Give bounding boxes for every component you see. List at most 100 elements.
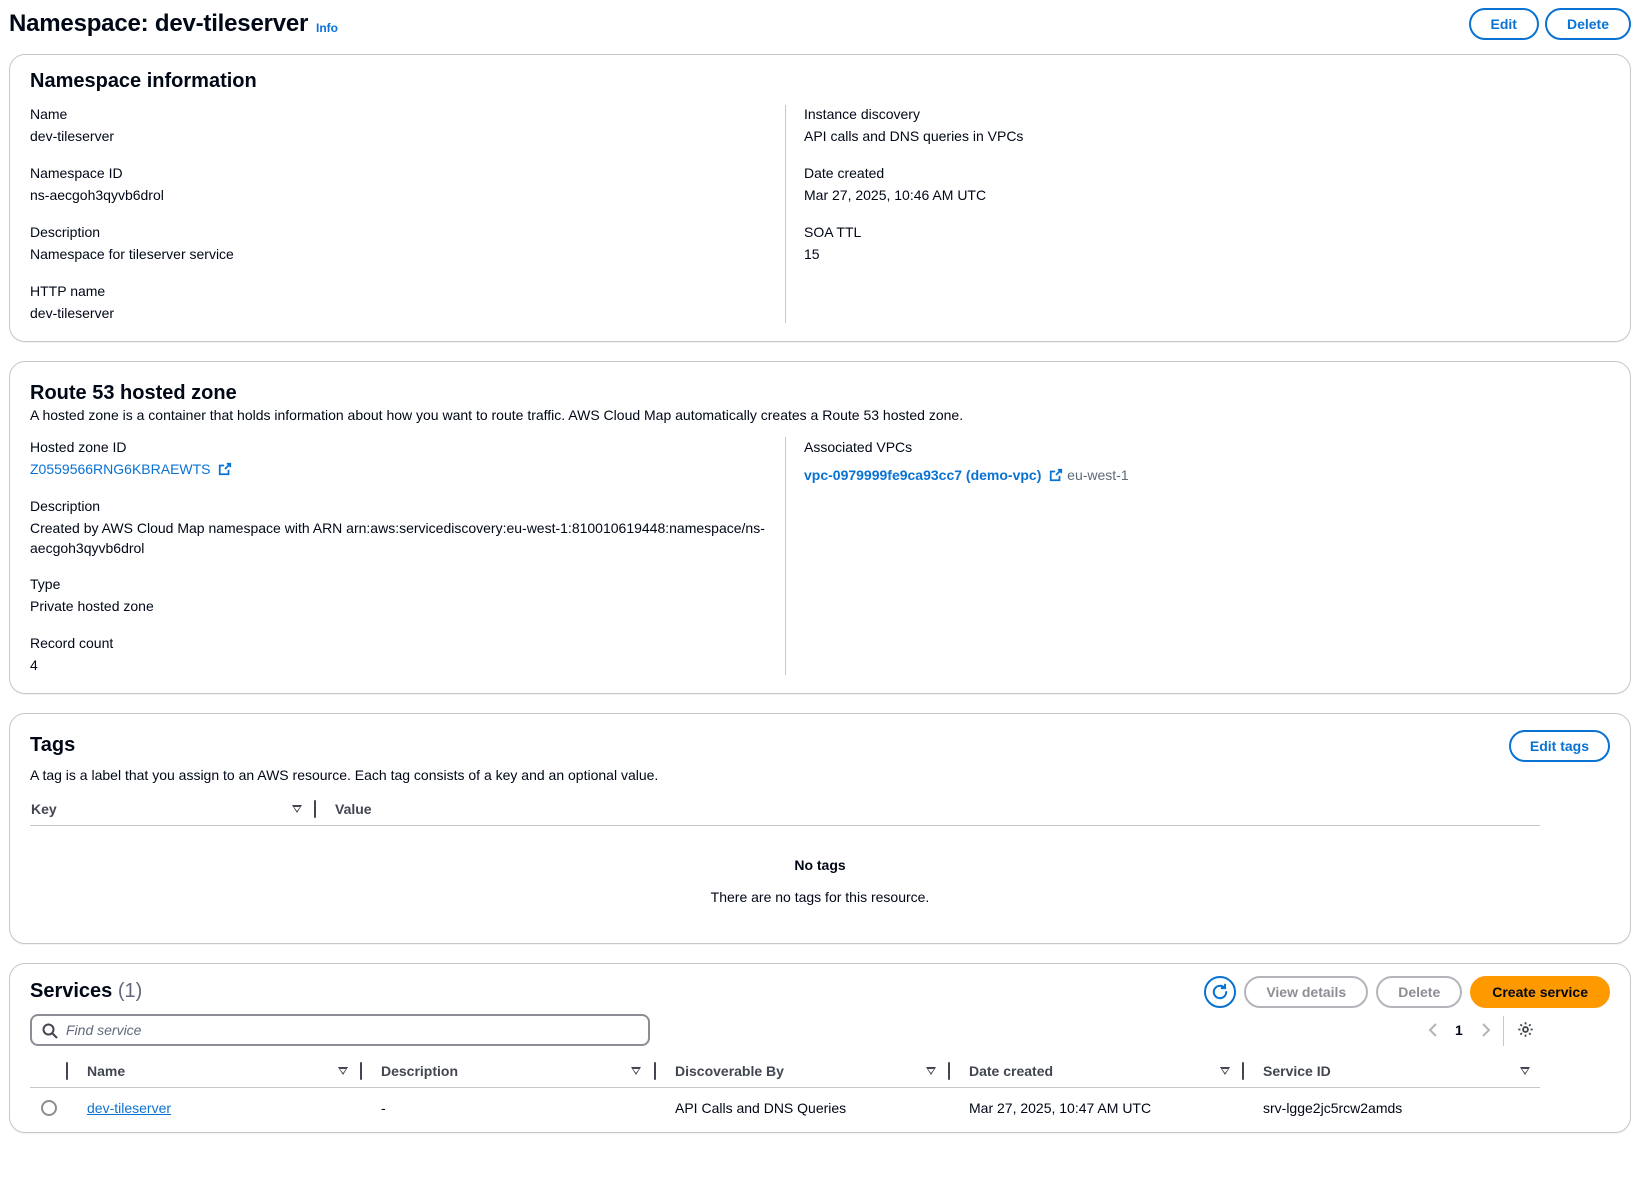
column-header-discoverable-by[interactable]: Discoverable By [675, 1063, 784, 1079]
column-resizer[interactable] [360, 1062, 362, 1080]
field-record-count: Record count 4 [30, 633, 113, 675]
gear-icon[interactable] [1517, 1021, 1534, 1038]
previous-page-icon[interactable] [1428, 1022, 1438, 1038]
field-value: API calls and DNS queries in VPCs [804, 128, 1024, 144]
row-select-radio[interactable] [41, 1100, 57, 1116]
column-header-name[interactable]: Name [87, 1063, 125, 1079]
column-header-value[interactable]: Value [335, 801, 372, 817]
field-name: Name dev-tileserver [30, 104, 114, 146]
namespace-information-panel: Namespace information Name dev-tileserve… [9, 54, 1631, 342]
field-label: Description [30, 224, 101, 240]
field-label: HTTP name [30, 283, 106, 299]
field-value: Private hosted zone [30, 598, 154, 614]
sort-icon[interactable] [292, 805, 302, 813]
tags-title: Tags [30, 734, 76, 756]
hosted-zone-id-link[interactable]: Z0559566RNG6KBRAEWTS [30, 459, 232, 479]
hosted-zone-panel: Route 53 hosted zone A hosted zone is a … [9, 361, 1631, 694]
header-actions: Edit Delete [1468, 8, 1631, 40]
hosted-zone-id-text[interactable]: Z0559566RNG6KBRAEWTS [30, 461, 211, 477]
edit-button[interactable]: Edit [1468, 8, 1539, 40]
external-link-icon [1050, 468, 1063, 482]
empty-state-text: There are no tags for this resource. [710, 889, 930, 905]
column-header-key[interactable]: Key [31, 801, 57, 817]
table-header-divider [30, 1087, 1540, 1088]
field-hosted-zone-description: Description Created by AWS Cloud Map nam… [30, 496, 765, 558]
create-service-button[interactable]: Create service [1470, 976, 1610, 1008]
delete-service-button[interactable]: Delete [1376, 976, 1463, 1008]
services-actions: View details Delete Create service [1204, 976, 1610, 1008]
sort-icon[interactable] [926, 1067, 936, 1075]
field-hosted-zone-id: Hosted zone ID Z0559566RNG6KBRAEWTS [30, 437, 232, 479]
sort-icon[interactable] [1520, 1067, 1530, 1075]
service-id: srv-lgge2jc5rcw2amds [1263, 1100, 1403, 1116]
services-count: (1) [117, 980, 143, 1002]
field-label: Namespace ID [30, 165, 123, 181]
column-resizer[interactable] [314, 800, 316, 818]
field-value: ns-aecgoh3qyvb6drol [30, 187, 164, 203]
field-soa-ttl: SOA TTL 15 [804, 222, 861, 264]
field-label: Associated VPCs [804, 439, 913, 455]
services-title: Services (1) [30, 980, 142, 1003]
column-header-date-created[interactable]: Date created [969, 1063, 1053, 1079]
service-date-created: Mar 27, 2025, 10:47 AM UTC [969, 1100, 1152, 1116]
vpc-link[interactable]: vpc-0979999fe9ca93cc7 (demo-vpc) [804, 467, 1041, 483]
field-value: Created by AWS Cloud Map namespace with … [30, 520, 765, 536]
field-type: Type Private hosted zone [30, 574, 154, 616]
delete-button[interactable]: Delete [1544, 8, 1631, 40]
field-label: Description [30, 498, 101, 514]
column-resizer[interactable] [66, 1062, 68, 1080]
column-header-service-id[interactable]: Service ID [1263, 1063, 1331, 1079]
hosted-zone-description: A hosted zone is a container that holds … [30, 407, 964, 423]
sort-icon[interactable] [1220, 1067, 1230, 1075]
column-resizer[interactable] [654, 1062, 656, 1080]
field-value: Namespace for tileserver service [30, 246, 234, 262]
search-box [30, 1014, 650, 1046]
page-header: Namespace: dev-tileserver Info Edit Dele… [9, 8, 1631, 48]
service-description: - [381, 1100, 386, 1116]
field-value: 15 [804, 246, 820, 262]
view-details-button[interactable]: View details [1244, 976, 1369, 1008]
external-link-icon [219, 462, 232, 476]
vpc-region: eu-west-1 [1067, 467, 1129, 483]
column-divider [785, 437, 786, 675]
refresh-button[interactable] [1204, 976, 1237, 1008]
field-instance-discovery: Instance discovery API calls and DNS que… [804, 104, 1023, 146]
empty-state-title: No tags [794, 857, 846, 873]
vpc-entry: vpc-0979999fe9ca93cc7 (demo-vpc) eu-west… [804, 465, 1129, 485]
field-value: dev-tileserver [30, 128, 115, 144]
tags-panel: Tags Edit tags A tag is a label that you… [9, 713, 1631, 944]
column-resizer[interactable] [948, 1062, 950, 1080]
field-label: Date created [804, 165, 885, 181]
search-input[interactable] [66, 1020, 636, 1040]
column-divider [785, 105, 786, 323]
field-associated-vpcs: Associated VPCs vpc-0979999fe9ca93cc7 (d… [804, 437, 1129, 485]
column-header-description[interactable]: Description [381, 1063, 458, 1079]
field-namespace-id: Namespace ID ns-aecgoh3qyvb6drol [30, 163, 164, 205]
services-panel: Services (1) View details Delete Create … [9, 963, 1631, 1133]
sort-icon[interactable] [338, 1067, 348, 1075]
tags-description: A tag is a label that you assign to an A… [30, 767, 659, 783]
field-value-cont: aecgoh3qyvb6drol [30, 540, 145, 556]
service-name-link[interactable]: dev-tileserver [87, 1100, 171, 1116]
field-label: Name [30, 106, 68, 122]
pagination-divider [1503, 1016, 1504, 1046]
refresh-icon [1213, 983, 1228, 1000]
column-resizer[interactable] [1242, 1062, 1244, 1080]
current-page[interactable]: 1 [1455, 1022, 1463, 1038]
namespace-information-title: Namespace information [30, 70, 257, 92]
field-http-name: HTTP name dev-tileserver [30, 281, 114, 323]
services-title-text: Services [30, 980, 113, 1002]
page-title: Namespace: dev-tileserver [9, 10, 309, 37]
next-page-icon[interactable] [1481, 1022, 1491, 1038]
info-link[interactable]: Info [316, 21, 338, 35]
search-icon [42, 1023, 58, 1039]
field-date-created: Date created Mar 27, 2025, 10:46 AM UTC [804, 163, 986, 205]
field-description: Description Namespace for tileserver ser… [30, 222, 234, 264]
field-value: 4 [30, 657, 38, 673]
field-label: Hosted zone ID [30, 439, 127, 455]
sort-icon[interactable] [631, 1067, 641, 1075]
field-label: Type [30, 576, 61, 592]
hosted-zone-title: Route 53 hosted zone [30, 382, 237, 404]
field-label: SOA TTL [804, 224, 862, 240]
edit-tags-button[interactable]: Edit tags [1508, 730, 1610, 762]
